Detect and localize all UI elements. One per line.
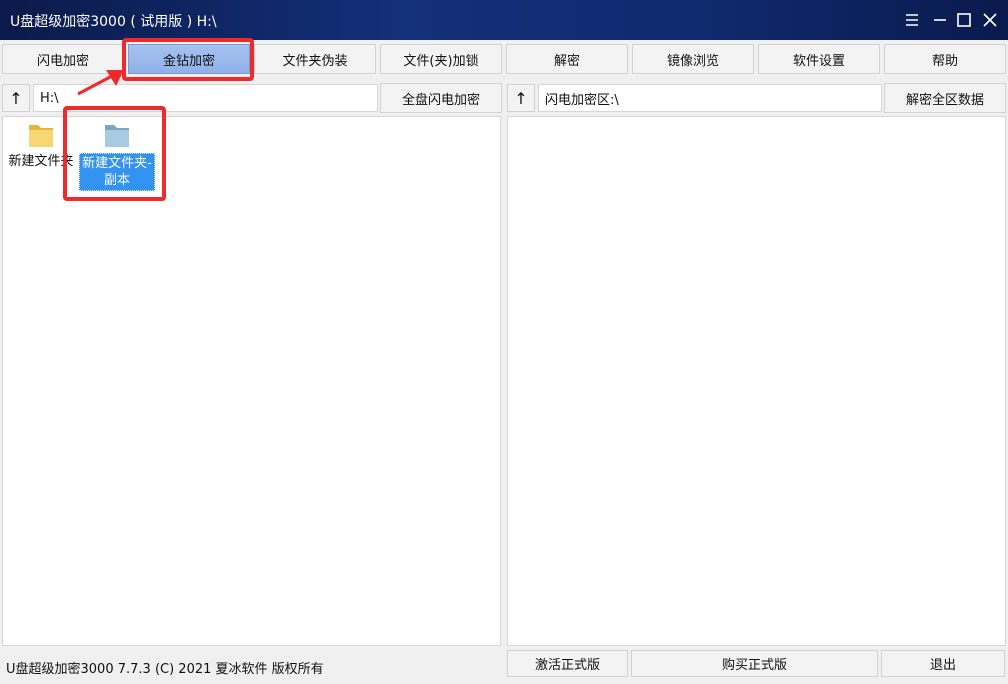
decrypt-all-button[interactable]: 解密全区数据 [884, 83, 1006, 113]
menu-icon[interactable] [902, 10, 922, 30]
title-bar: U盘超级加密3000 ( 试用版 ) H:\ [0, 0, 1008, 40]
full-disk-flash-encrypt-button[interactable]: 全盘闪电加密 [380, 83, 502, 113]
maximize-icon[interactable] [954, 10, 974, 30]
settings-button[interactable]: 软件设置 [758, 44, 880, 74]
file-label: 新建文件夹-副本 [79, 153, 155, 191]
right-path-field[interactable]: 闪电加密区:\ [538, 84, 882, 112]
list-item[interactable]: 新建文件夹 [3, 119, 79, 170]
file-label: 新建文件夹 [8, 154, 74, 169]
activate-button[interactable]: 激活正式版 [507, 650, 628, 677]
status-text: U盘超级加密3000 7.7.3 (C) 2021 夏冰软件 版权所有 [6, 662, 324, 677]
right-up-button[interactable]: ↑ [507, 84, 535, 112]
close-icon[interactable] [980, 10, 1000, 30]
folder-icon [29, 125, 53, 147]
window-title: U盘超级加密3000 ( 试用版 ) H:\ [10, 14, 217, 30]
exit-button[interactable]: 退出 [881, 650, 1005, 677]
help-button[interactable]: 帮助 [884, 44, 1006, 74]
minimize-icon[interactable] [930, 10, 950, 30]
file-lock-button[interactable]: 文件(夹)加锁 [380, 44, 502, 74]
mirror-browse-button[interactable]: 镜像浏览 [632, 44, 754, 74]
diamond-encrypt-button[interactable]: 金钻加密 [128, 44, 250, 74]
left-up-button[interactable]: ↑ [2, 84, 30, 112]
list-item[interactable]: 新建文件夹-副本 [79, 119, 155, 191]
decrypt-button[interactable]: 解密 [506, 44, 628, 74]
buy-button[interactable]: 购买正式版 [631, 650, 878, 677]
folder-disguise-button[interactable]: 文件夹伪装 [254, 44, 376, 74]
right-file-pane[interactable] [507, 116, 1006, 646]
left-file-pane[interactable]: 新建文件夹 新建文件夹-副本 [2, 116, 501, 646]
folder-icon [105, 125, 129, 147]
arrow-icon [77, 70, 124, 96]
